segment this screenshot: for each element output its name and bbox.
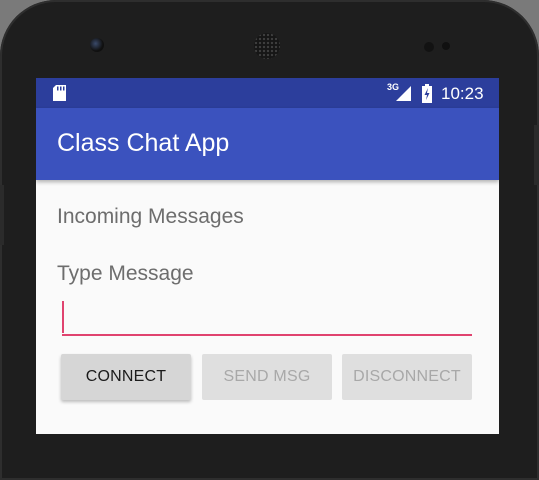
battery-charging-icon bbox=[422, 84, 432, 103]
app-bar: Class Chat App bbox=[36, 108, 499, 180]
status-time: 10:23 bbox=[441, 84, 484, 103]
main-content: Incoming Messages Type Message CONNECT S… bbox=[36, 180, 499, 434]
status-bar: 3G 10:23 bbox=[36, 78, 499, 108]
volume-button bbox=[0, 185, 4, 245]
type-message-label: Type Message bbox=[57, 262, 194, 285]
incoming-messages-label: Incoming Messages bbox=[57, 205, 244, 228]
text-cursor bbox=[62, 301, 64, 333]
sd-card-icon bbox=[53, 85, 66, 101]
app-title: Class Chat App bbox=[57, 129, 230, 157]
send-msg-button[interactable]: SEND MSG bbox=[202, 354, 332, 400]
proximity-sensor-icon bbox=[424, 42, 434, 52]
earpiece-speaker-icon bbox=[254, 33, 280, 59]
cell-signal-icon bbox=[396, 86, 411, 101]
phone-frame: 3G 10:23 Class Chat App Incoming Message… bbox=[0, 0, 539, 480]
message-input[interactable] bbox=[62, 300, 472, 336]
front-camera-icon bbox=[90, 38, 104, 52]
power-button bbox=[534, 125, 539, 185]
disconnect-button[interactable]: DISCONNECT bbox=[342, 354, 472, 400]
light-sensor-icon bbox=[442, 42, 450, 50]
screen: 3G 10:23 Class Chat App Incoming Message… bbox=[36, 78, 499, 434]
connect-button[interactable]: CONNECT bbox=[61, 354, 191, 400]
